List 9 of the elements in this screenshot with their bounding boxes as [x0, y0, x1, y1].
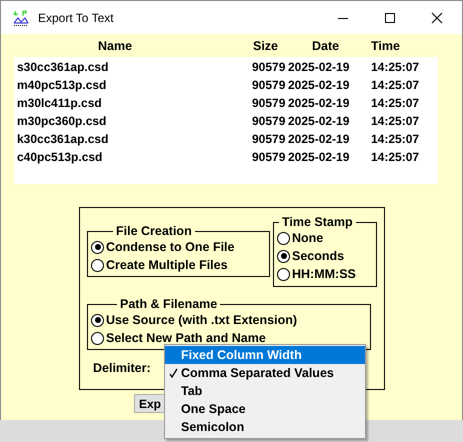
window-title: Export To Text	[38, 10, 114, 24]
delimiter-label: Delimiter:	[93, 361, 151, 375]
column-header: Size	[253, 38, 278, 52]
column-header: Time	[371, 38, 400, 52]
group-title: File Creation	[115, 224, 193, 238]
column-header: Name	[98, 38, 132, 52]
group-title: Time Stamp	[281, 215, 354, 229]
group-title: Path & Filename	[119, 297, 218, 311]
column-header: Date	[312, 38, 340, 52]
